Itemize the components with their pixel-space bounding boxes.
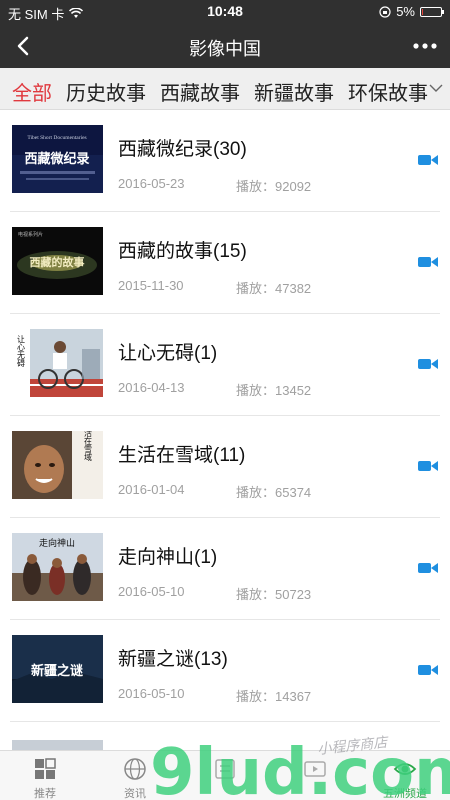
item-title: 走向神山(1) <box>118 547 218 568</box>
eye-icon <box>393 763 417 775</box>
thumb-text: 生活在雪域 <box>84 431 93 461</box>
video-camera-icon <box>418 257 438 267</box>
list-icon <box>215 759 235 779</box>
item-date: 2016-05-10 <box>118 584 185 599</box>
tab-tibet[interactable]: 西藏故事 <box>160 77 240 106</box>
list-item[interactable]: 让心无碍 让心无碍(1) 2016-04-13 播放：13452 <box>0 314 450 416</box>
item-plays: 播放：13452 <box>236 383 312 398</box>
video-camera-icon <box>418 461 438 471</box>
item-title: 西藏微纪录(30) <box>118 139 247 160</box>
bottom-tab-bar: 推荐 资讯 五洲频道 <box>0 750 450 800</box>
tab-all[interactable]: 全部 <box>12 77 52 106</box>
item-title: 生活在雪域(11) <box>118 445 246 466</box>
thumbnail: 电视系列片 西藏的故事 <box>12 227 103 295</box>
nav-bar: 影像中国 <box>0 24 450 68</box>
battery-icon <box>420 6 444 17</box>
item-plays: 播放：65374 <box>236 485 312 500</box>
tabbar-item-recommend[interactable]: 推荐 <box>0 751 90 800</box>
item-plays: 播放：14367 <box>236 689 312 704</box>
video-icon <box>304 761 326 777</box>
grid-icon <box>35 758 56 779</box>
video-camera-icon <box>418 359 438 369</box>
video-camera-icon <box>418 155 438 165</box>
item-plays: 播放：47382 <box>236 281 312 296</box>
item-date: 2016-04-13 <box>118 380 185 395</box>
thumbnail: 生活在雪域 <box>12 431 103 499</box>
tab-environment[interactable]: 环保故事 <box>348 77 428 106</box>
rotation-lock-icon <box>379 5 391 18</box>
status-right: 5% <box>379 4 444 19</box>
item-date: 2016-01-04 <box>118 482 185 497</box>
thumbnail: 新疆之谜 <box>12 635 103 703</box>
thumb-caption: 电视系列片 <box>18 231 43 238</box>
list-item-partial[interactable] <box>0 722 450 750</box>
thumbnail: 走向神山 <box>12 533 103 601</box>
list-item[interactable]: 生活在雪域 生活在雪域(11) 2016-01-04 播放：65374 <box>0 416 450 518</box>
category-tabs: 全部 历史故事 西藏故事 新疆故事 环保故事 <box>0 68 450 110</box>
tabbar-label: 推荐 <box>34 788 56 800</box>
video-camera-icon <box>418 563 438 573</box>
page-title: 影像中国 <box>189 39 261 59</box>
tabbar-item-third[interactable] <box>180 751 270 800</box>
tabbar-item-fourth[interactable] <box>270 751 360 800</box>
item-plays: 播放：92092 <box>236 179 312 194</box>
video-camera-icon <box>418 665 438 675</box>
thumbnail: 让心无碍 <box>12 329 103 397</box>
globe-icon <box>124 758 146 780</box>
thumb-text: 新疆之谜 <box>31 663 84 679</box>
item-title: 让心无碍(1) <box>118 343 218 364</box>
thumb-caption: Tibet Short Documentaries <box>27 135 86 141</box>
thumbnail: Tibet Short Documentaries 西藏微纪录 <box>12 125 103 193</box>
tabbar-item-channel[interactable]: 五洲频道 <box>360 751 450 800</box>
list-item[interactable]: Tibet Short Documentaries 西藏微纪录 西藏微纪录(30… <box>0 110 450 212</box>
tabbar-label: 五洲频道 <box>383 788 427 800</box>
tabbar-label: 资讯 <box>124 788 146 800</box>
list-item[interactable]: 走向神山 走向神山(1) 2016-05-10 播放：50723 <box>0 518 450 620</box>
item-date: 2016-05-23 <box>118 176 185 191</box>
more-icon[interactable] <box>410 34 440 58</box>
battery-percent: 5% <box>396 4 415 19</box>
status-bar: 无 SIM 卡 10:48 5% <box>0 0 450 24</box>
tabbar-item-news[interactable]: 资讯 <box>90 751 180 800</box>
item-plays: 播放：50723 <box>236 587 312 602</box>
thumb-text: 走向神山 <box>39 537 75 549</box>
tab-xinjiang[interactable]: 新疆故事 <box>254 77 334 106</box>
item-title: 西藏的故事(15) <box>118 241 247 262</box>
thumb-text: 西藏的故事 <box>30 255 85 269</box>
tab-history[interactable]: 历史故事 <box>66 77 146 106</box>
list-item[interactable]: 新疆之谜 新疆之谜(13) 2016-05-10 播放：14367 <box>0 620 450 722</box>
thumb-text: 让心无碍 <box>17 334 26 367</box>
list-item[interactable]: 电视系列片 西藏的故事 西藏的故事(15) 2015-11-30 播放：4738… <box>0 212 450 314</box>
item-date: 2015-11-30 <box>118 278 184 293</box>
thumb-text: 西藏微纪录 <box>24 151 89 167</box>
item-date: 2016-05-10 <box>118 686 185 701</box>
item-title: 新疆之谜(13) <box>118 649 228 670</box>
chevron-down-icon[interactable] <box>428 80 444 96</box>
thumbnail <box>12 740 103 750</box>
